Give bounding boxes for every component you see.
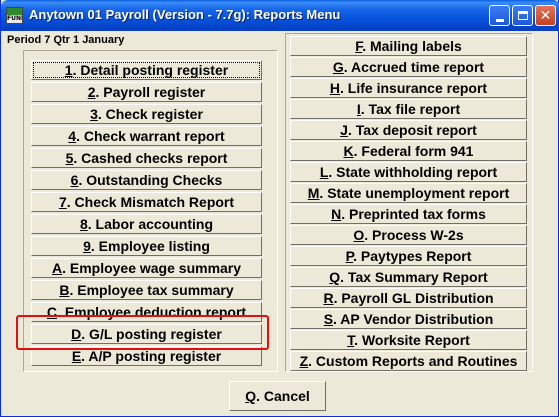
button-label: . Preprinted tax forms [341, 206, 486, 222]
button-label: . Check Mismatch Report [66, 194, 235, 210]
button-label: . A/P posting register [81, 348, 222, 364]
shortcut-key: 3 [90, 106, 98, 122]
check-mismatch-report-button[interactable]: 7. Check Mismatch Report [31, 192, 262, 212]
shortcut-key: 4 [68, 128, 77, 144]
close-icon: ✕ [539, 7, 552, 24]
worksite-report-button[interactable]: T. Worksite Report [290, 330, 527, 350]
tax-deposit-report-button[interactable]: J. Tax deposit report [290, 120, 527, 140]
reports-menu-window: FUND Anytown 01 Payroll (Version - 7.7g)… [0, 0, 559, 417]
employee-wage-summary-button[interactable]: A. Employee wage summary [31, 258, 262, 278]
button-label: . Cashed checks report [73, 150, 228, 166]
button-label: . Worksite Report [354, 332, 470, 348]
button-label: . Payroll GL Distribution [333, 290, 494, 306]
state-unemployment-report-button[interactable]: M. State unemployment report [290, 183, 527, 203]
button-label: . Employee wage summary [62, 260, 242, 276]
ap-vendor-distribution-button[interactable]: S. AP Vendor Distribution [290, 309, 527, 329]
gl-posting-register-highlight [16, 315, 269, 350]
button-label: . Labor accounting [87, 216, 214, 232]
check-warrant-report-button[interactable]: 4. Check warrant report [31, 126, 262, 146]
payroll-gl-distribution-button[interactable]: R. Payroll GL Distribution [290, 288, 527, 308]
button-label: . Outstanding Checks [78, 172, 223, 188]
button-label: . Tax deposit report [347, 122, 477, 138]
mailing-labels-button[interactable]: F. Mailing labels [290, 36, 527, 56]
state-withholding-report-button[interactable]: L. State withholding report [290, 162, 527, 182]
employee-tax-summary-button[interactable]: B. Employee tax summary [31, 280, 262, 300]
shortcut-key: H [329, 80, 341, 96]
accrued-time-report-button[interactable]: G. Accrued time report [290, 57, 527, 77]
button-label: . Check warrant report [76, 128, 225, 144]
minimize-button[interactable] [489, 5, 510, 26]
button-label: . Employee tax summary [69, 282, 234, 298]
button-label: . Tax file report [360, 101, 461, 117]
cashed-checks-report-button[interactable]: 5. Cashed checks report [31, 148, 262, 168]
shortcut-key: 1 [64, 62, 73, 78]
shortcut-key: A [51, 260, 63, 276]
button-label: . Custom Reports and Routines [308, 353, 518, 369]
shortcut-key: K [343, 143, 354, 159]
federal-form-941-button[interactable]: K. Federal form 941 [290, 141, 527, 161]
shortcut-key: Q [329, 269, 341, 285]
life-insurance-report-button[interactable]: H. Life insurance report [290, 78, 527, 98]
shortcut-key: B [59, 282, 70, 298]
shortcut-key: G [332, 59, 344, 75]
check-register-button[interactable]: 3. Check register [31, 104, 262, 124]
button-label: . Tax Summary Report [340, 269, 488, 285]
shortcut-key: Z [299, 353, 309, 369]
labor-accounting-button[interactable]: 8. Labor accounting [31, 214, 262, 234]
shortcut-key: 2 [87, 84, 96, 100]
close-button[interactable]: ✕ [535, 5, 556, 26]
period-label: Period 7 Qtr 1 January [7, 34, 125, 46]
shortcut-key: S [323, 311, 334, 327]
minimize-icon [495, 18, 504, 22]
detail-posting-register-button[interactable]: 1. Detail posting register [31, 60, 262, 80]
payroll-register-button[interactable]: 2. Payroll register [31, 82, 262, 102]
fund-app-icon: FUND [6, 7, 23, 24]
button-label: . Life insurance report [340, 80, 488, 96]
button-label: . Paytypes Report [353, 248, 472, 264]
button-label: . Detail posting register [72, 62, 229, 78]
button-label: . Mailing labels [362, 38, 462, 54]
shortcut-key: M [307, 185, 320, 201]
employee-listing-button[interactable]: 9. Employee listing [31, 236, 262, 256]
maximize-button[interactable] [512, 5, 533, 26]
shortcut-key: E [71, 348, 82, 364]
shortcut-key: N [331, 206, 342, 222]
custom-reports-and-routines-button[interactable]: Z. Custom Reports and Routines [290, 351, 527, 371]
shortcut-key: 7 [58, 194, 67, 210]
button-label: . Check register [97, 106, 203, 122]
preprinted-tax-forms-button[interactable]: N. Preprinted tax forms [290, 204, 527, 224]
button-label: . AP Vendor Distribution [333, 311, 494, 327]
cancel-button[interactable]: Q. Cancel [229, 381, 326, 411]
button-label: . Employee listing [90, 238, 210, 254]
button-label: . Payroll register [95, 84, 206, 100]
button-label: . Federal form 941 [353, 143, 474, 159]
button-label: . Process W-2s [364, 227, 464, 243]
shortcut-key: O [353, 227, 365, 243]
button-label: . State unemployment report [319, 185, 510, 201]
tax-summary-report-button[interactable]: Q. Tax Summary Report [290, 267, 527, 287]
shortcut-key: P [345, 248, 354, 264]
title-bar[interactable]: FUND Anytown 01 Payroll (Version - 7.7g)… [1, 0, 559, 31]
outstanding-checks-button[interactable]: 6. Outstanding Checks [31, 170, 262, 190]
maximize-icon [517, 11, 528, 20]
window-title: Anytown 01 Payroll (Version - 7.7g): Rep… [29, 7, 341, 22]
shortcut-key: 8 [79, 216, 88, 232]
shortcut-key: R [323, 290, 334, 306]
paytypes-report-button[interactable]: P. Paytypes Report [290, 246, 527, 266]
shortcut-key: 9 [83, 238, 91, 254]
shortcut-key: J [340, 122, 348, 138]
button-label: . State withholding report [328, 164, 498, 180]
process-w-2s-button[interactable]: O. Process W-2s [290, 225, 527, 245]
tax-file-report-button[interactable]: I. Tax file report [290, 99, 527, 119]
button-label: . Accrued time report [343, 59, 485, 75]
